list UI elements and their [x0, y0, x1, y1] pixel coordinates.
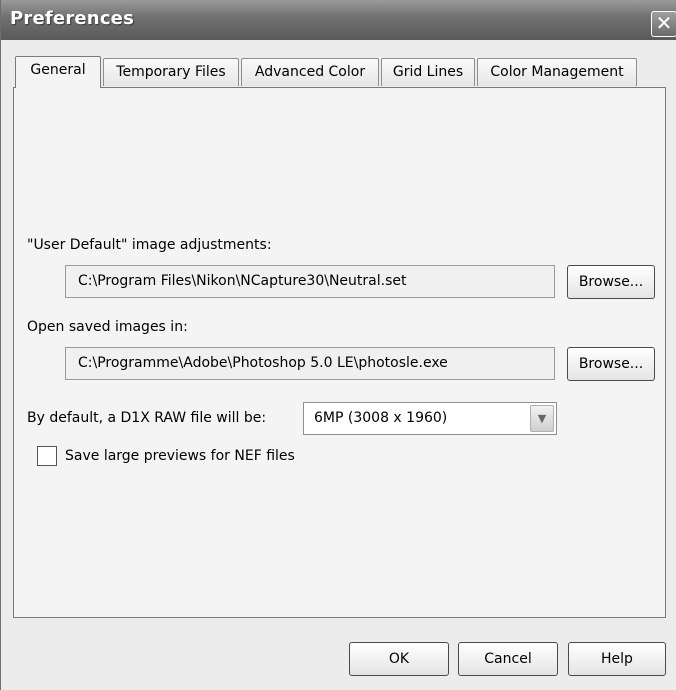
- raw-size-value: 6MP (3008 x 1960): [314, 410, 448, 426]
- user-default-label: "User Default" image adjustments:: [27, 237, 272, 253]
- open-saved-label: Open saved images in:: [27, 319, 188, 335]
- help-button[interactable]: Help: [568, 642, 666, 676]
- general-content: "User Default" image adjustments: C:\Pro…: [1, 0, 676, 690]
- raw-size-dropdown[interactable]: 6MP (3008 x 1960) ▼: [303, 402, 557, 435]
- user-default-path-field[interactable]: C:\Program Files\Nikon\NCapture30\Neutra…: [65, 265, 555, 298]
- browse-open-saved-button[interactable]: Browse...: [567, 347, 655, 381]
- open-saved-path-field[interactable]: C:\Programme\Adobe\Photoshop 5.0 LE\phot…: [65, 347, 555, 380]
- cancel-button[interactable]: Cancel: [458, 642, 558, 676]
- raw-default-label: By default, a D1X RAW file will be:: [27, 410, 267, 426]
- browse-user-default-button[interactable]: Browse...: [567, 265, 655, 299]
- large-previews-checkbox[interactable]: [37, 446, 57, 466]
- ok-button[interactable]: OK: [349, 642, 449, 676]
- preferences-dialog: Preferences ✕ General Temporary Files Ad…: [0, 0, 676, 690]
- chevron-down-icon[interactable]: ▼: [530, 405, 554, 432]
- large-previews-label: Save large previews for NEF files: [65, 448, 295, 464]
